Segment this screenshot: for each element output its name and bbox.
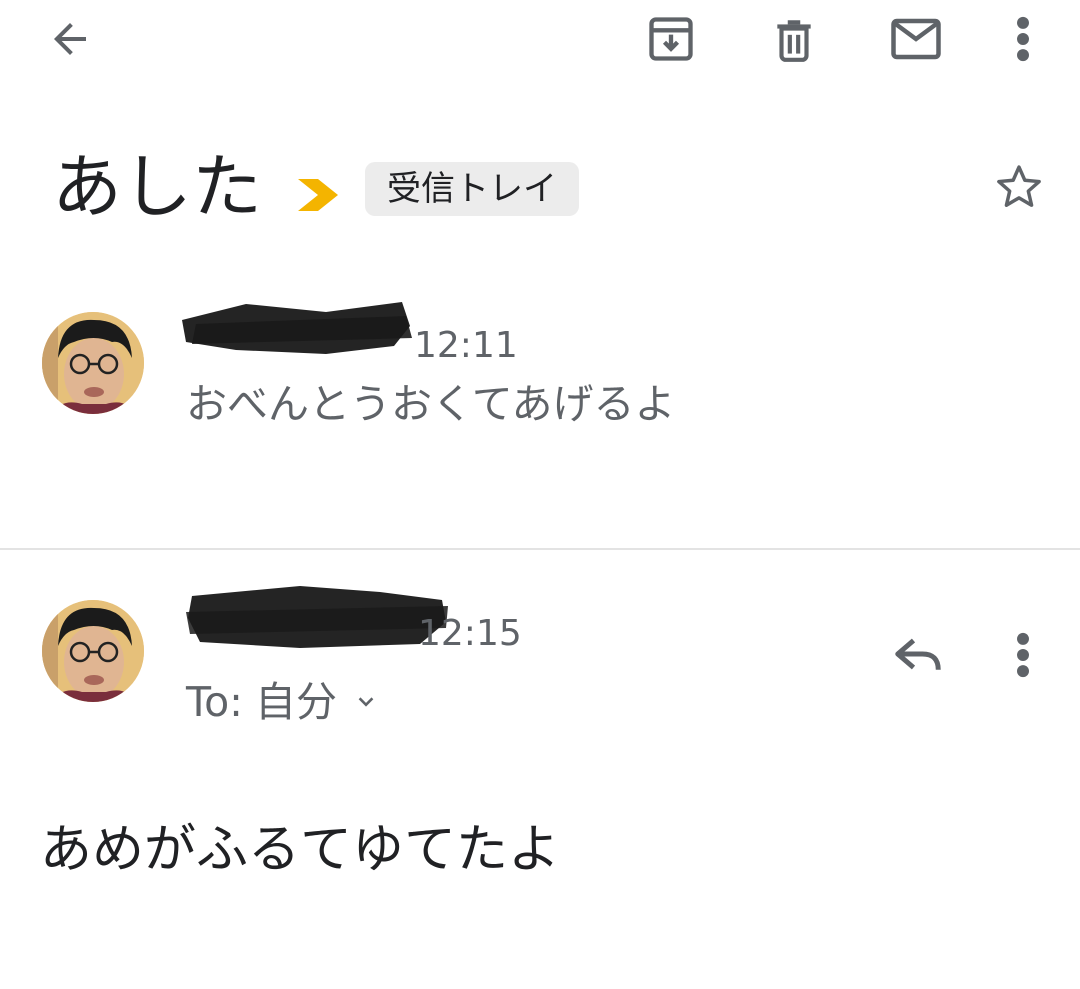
thread-subject: あした (52, 146, 262, 228)
archive-icon (649, 17, 693, 61)
message-divider (0, 548, 1080, 550)
delete-button[interactable] (764, 10, 824, 68)
recipient-details-toggle[interactable]: To: 自分 (186, 676, 377, 728)
to-prefix: To: (186, 678, 243, 726)
avatar[interactable] (42, 312, 144, 414)
star-button[interactable] (988, 156, 1050, 218)
reply-icon (895, 638, 941, 670)
trash-icon (777, 20, 811, 62)
star-outline-icon (997, 165, 1041, 207)
message-snippet[interactable]: おべんとうおくてあげるよ (186, 378, 676, 430)
sender-name-redacted (180, 582, 452, 654)
reply-button[interactable] (886, 624, 950, 684)
mark-unread-button[interactable] (886, 12, 946, 66)
message-time: 12:15 (418, 613, 522, 654)
label-chip-inbox[interactable]: 受信トレイ (365, 162, 579, 216)
message-more-button[interactable] (1000, 628, 1046, 682)
chevron-down-icon (358, 697, 374, 707)
more-vert-icon (1017, 16, 1029, 62)
to-value: 自分 (254, 678, 337, 726)
mail-icon (891, 18, 941, 60)
archive-button[interactable] (640, 10, 702, 68)
more-vert-icon (1017, 632, 1029, 678)
arrow-left-icon (54, 23, 86, 55)
sender-name-redacted (176, 298, 416, 362)
toolbar-more-button[interactable] (1000, 12, 1046, 66)
message-time: 12:11 (414, 325, 518, 366)
avatar[interactable] (42, 600, 144, 702)
back-button[interactable] (40, 12, 100, 66)
message-body: あめがふるてゆてたよ (40, 820, 561, 880)
importance-marker-icon (296, 175, 342, 219)
